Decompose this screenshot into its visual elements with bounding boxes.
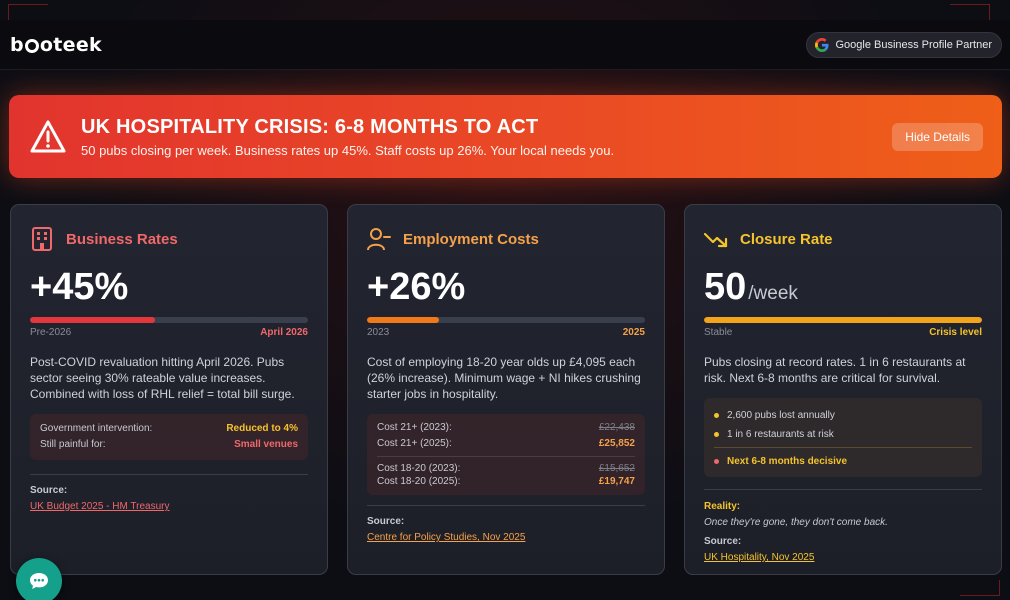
- card-title: Closure Rate: [740, 230, 833, 248]
- chat-button[interactable]: [16, 558, 62, 600]
- booteek-logo[interactable]: b oteek: [10, 34, 102, 56]
- source-label: Source:: [30, 485, 68, 496]
- stat-value: 50/week: [704, 265, 982, 309]
- chat-bubble-icon: [30, 573, 48, 589]
- bullet-dot-icon: [714, 413, 719, 418]
- detail-label: Government intervention:: [40, 423, 153, 434]
- cost-label: Cost 21+ (2025):: [377, 438, 452, 449]
- employment-costs-card: Employment Costs +26% 2023 2025 Cost of …: [347, 204, 665, 575]
- stat-unit: /week: [748, 283, 798, 304]
- source-link[interactable]: UK Hospitality, Nov 2025: [704, 552, 814, 563]
- corner-decoration: [8, 4, 48, 20]
- bullet-item: 2,600 pubs lost annually: [714, 406, 972, 425]
- reality-label: Reality:: [704, 501, 741, 512]
- card-title: Business Rates: [66, 230, 178, 248]
- logo-dot-icon: [24, 38, 39, 53]
- trending-down-icon: [704, 232, 728, 248]
- cost-label: Cost 18-20 (2025):: [377, 476, 461, 487]
- closure-rate-card: Closure Rate 50/week Stable Crisis level…: [684, 204, 1002, 575]
- warning-icon: [30, 120, 66, 152]
- divider: [704, 489, 982, 490]
- detail-value: Small venues: [234, 439, 298, 450]
- bar-end-label: April 2026: [260, 327, 308, 338]
- detail-value: Reduced to 4%: [226, 423, 298, 434]
- divider: [714, 447, 972, 448]
- card-title: Employment Costs: [403, 230, 539, 248]
- source-link[interactable]: UK Budget 2025 - HM Treasury: [30, 501, 170, 512]
- cost-comparison-box: Cost 21+ (2023): £22,438 Cost 21+ (2025):…: [367, 414, 645, 495]
- cost-label: Cost 18-20 (2023):: [377, 463, 461, 474]
- stat-number: 50: [704, 266, 747, 308]
- details-box: Government intervention: Reduced to 4% St…: [30, 414, 308, 460]
- divider: [367, 505, 645, 506]
- progress-bar: [704, 317, 982, 323]
- progress-fill: [704, 317, 982, 323]
- card-description: Cost of employing 18-20 year olds up £4,…: [367, 355, 641, 401]
- bar-start-label: Stable: [704, 327, 733, 338]
- source-label: Source:: [704, 536, 742, 547]
- card-description: Pubs closing at record rates. 1 in 6 res…: [704, 355, 966, 385]
- progress-bar: [30, 317, 308, 323]
- new-cost-value: £25,852: [598, 438, 635, 449]
- progress-bar: [367, 317, 645, 323]
- banner-subtitle: 50 pubs closing per week. Business rates…: [81, 142, 615, 158]
- stats-bullet-box: 2,600 pubs lost annually 1 in 6 restaura…: [704, 398, 982, 477]
- card-description: Post-COVID revaluation hitting April 202…: [30, 355, 295, 401]
- source-link[interactable]: Centre for Policy Studies, Nov 2025: [367, 532, 525, 543]
- building-icon: [32, 227, 52, 251]
- progress-fill: [30, 317, 156, 323]
- bullet-dot-icon: [714, 459, 719, 464]
- hide-details-button[interactable]: Hide Details: [892, 122, 983, 151]
- crisis-banner: UK HOSPITALITY CRISIS: 6-8 MONTHS TO ACT…: [9, 95, 1002, 178]
- new-cost-value: £19,747: [598, 476, 635, 487]
- bullet-item: 1 in 6 restaurants at risk: [714, 425, 972, 444]
- bar-start-label: 2023: [367, 327, 390, 338]
- stat-value: +45%: [30, 266, 129, 308]
- divider: [30, 474, 308, 475]
- top-navbar: b oteek Google Business Profile Partner: [0, 20, 1010, 70]
- bullet-dot-icon: [714, 432, 719, 437]
- bar-end-label: 2025: [622, 327, 645, 338]
- corner-decoration: [950, 4, 990, 20]
- old-cost-value: £22,438: [598, 422, 635, 433]
- google-partner-badge[interactable]: Google Business Profile Partner: [806, 31, 1002, 58]
- reality-text: Once they're gone, they don't come back.: [704, 517, 888, 528]
- bar-end-label: Crisis level: [929, 327, 982, 338]
- corner-decoration: [960, 580, 1000, 596]
- banner-title: UK HOSPITALITY CRISIS: 6-8 MONTHS TO ACT: [81, 115, 539, 138]
- cost-label: Cost 21+ (2023):: [377, 422, 452, 433]
- progress-fill: [367, 317, 440, 323]
- stat-value: +26%: [367, 266, 466, 308]
- partner-label: Google Business Profile Partner: [835, 38, 992, 51]
- detail-label: Still painful for:: [40, 439, 106, 450]
- bullet-item-highlight: Next 6-8 months decisive: [714, 452, 972, 471]
- google-icon: [815, 37, 830, 52]
- bar-start-label: Pre-2026: [30, 327, 72, 338]
- business-rates-card: Business Rates +45% Pre-2026 April 2026 …: [10, 204, 328, 575]
- source-label: Source:: [367, 516, 405, 527]
- divider: [377, 456, 635, 457]
- user-minus-icon: [367, 228, 391, 251]
- old-cost-value: £15,652: [598, 463, 635, 474]
